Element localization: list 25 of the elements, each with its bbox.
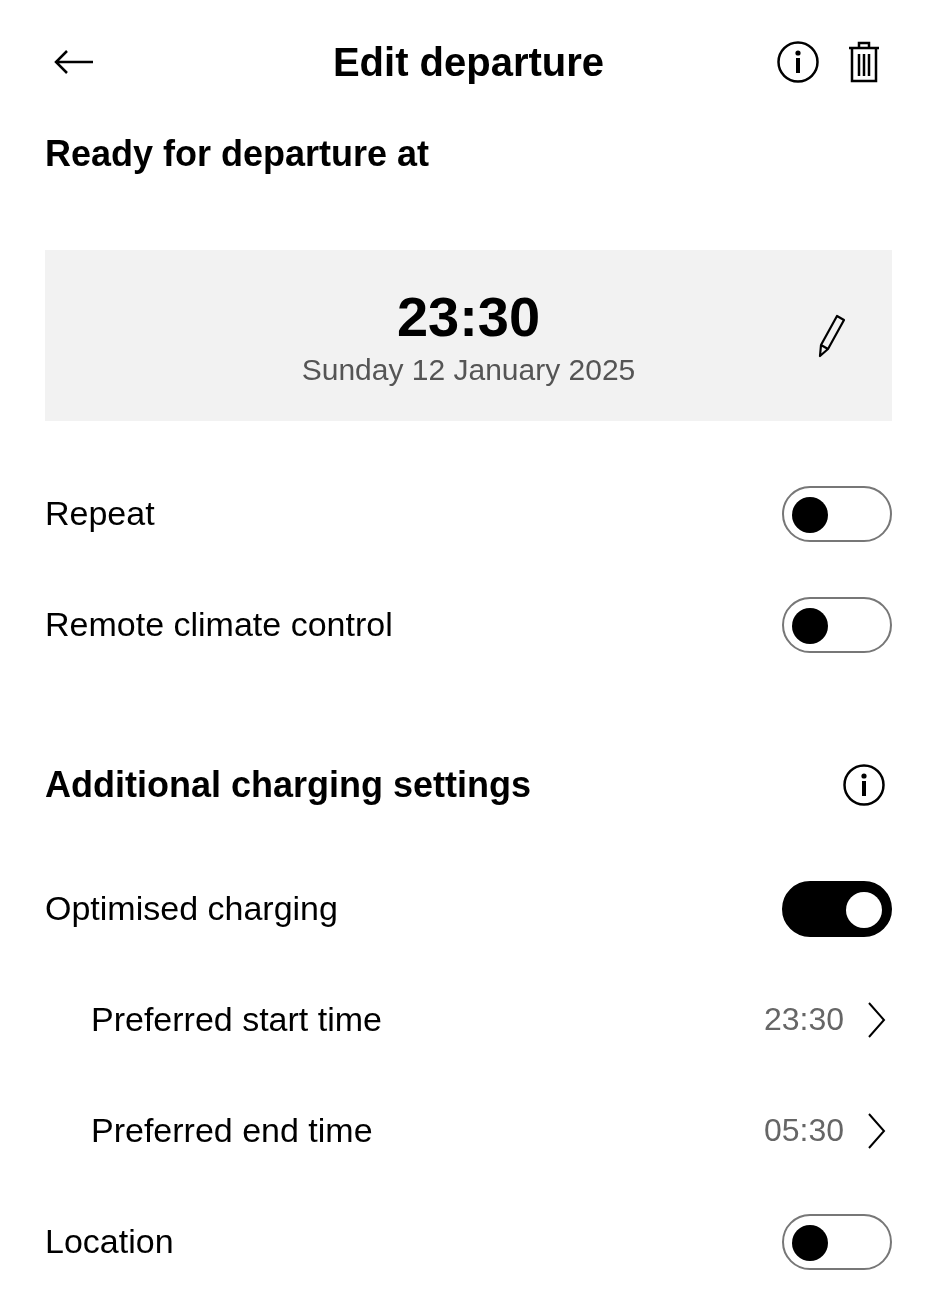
setting-label: Remote climate control	[45, 605, 393, 644]
time-value: 05:30	[763, 1112, 844, 1149]
back-icon[interactable]	[53, 49, 95, 75]
info-icon[interactable]	[776, 40, 820, 84]
screen-title: Edit departure	[332, 39, 605, 85]
toggle-switch[interactable]	[782, 880, 892, 937]
chevron-right-icon[interactable]	[866, 1000, 886, 1039]
section-heading: Additional charging settings	[45, 764, 532, 806]
departure-time: 23:30	[396, 284, 541, 349]
pencil-icon[interactable]	[816, 314, 846, 358]
chevron-right-icon[interactable]	[866, 1111, 886, 1150]
setting-label: Preferred end time	[91, 1111, 373, 1150]
toggle-switch[interactable]	[782, 596, 892, 653]
setting-label: Location	[45, 1222, 174, 1261]
time-value: 23:30	[763, 1001, 844, 1038]
section-heading: Ready for departure at	[45, 132, 430, 176]
setting-label: Preferred start time	[91, 1000, 382, 1039]
toggle-switch[interactable]	[782, 485, 892, 542]
departure-date: Sunday 12 January 2025	[301, 352, 636, 387]
time-card[interactable]: 23:30 Sunday 12 January 2025	[45, 250, 892, 421]
info-icon[interactable]	[842, 763, 886, 807]
setting-label: Optimised charging	[45, 889, 338, 928]
trash-icon[interactable]	[848, 41, 880, 83]
setting-label: Repeat	[45, 494, 155, 533]
toggle-switch[interactable]	[782, 1213, 892, 1270]
